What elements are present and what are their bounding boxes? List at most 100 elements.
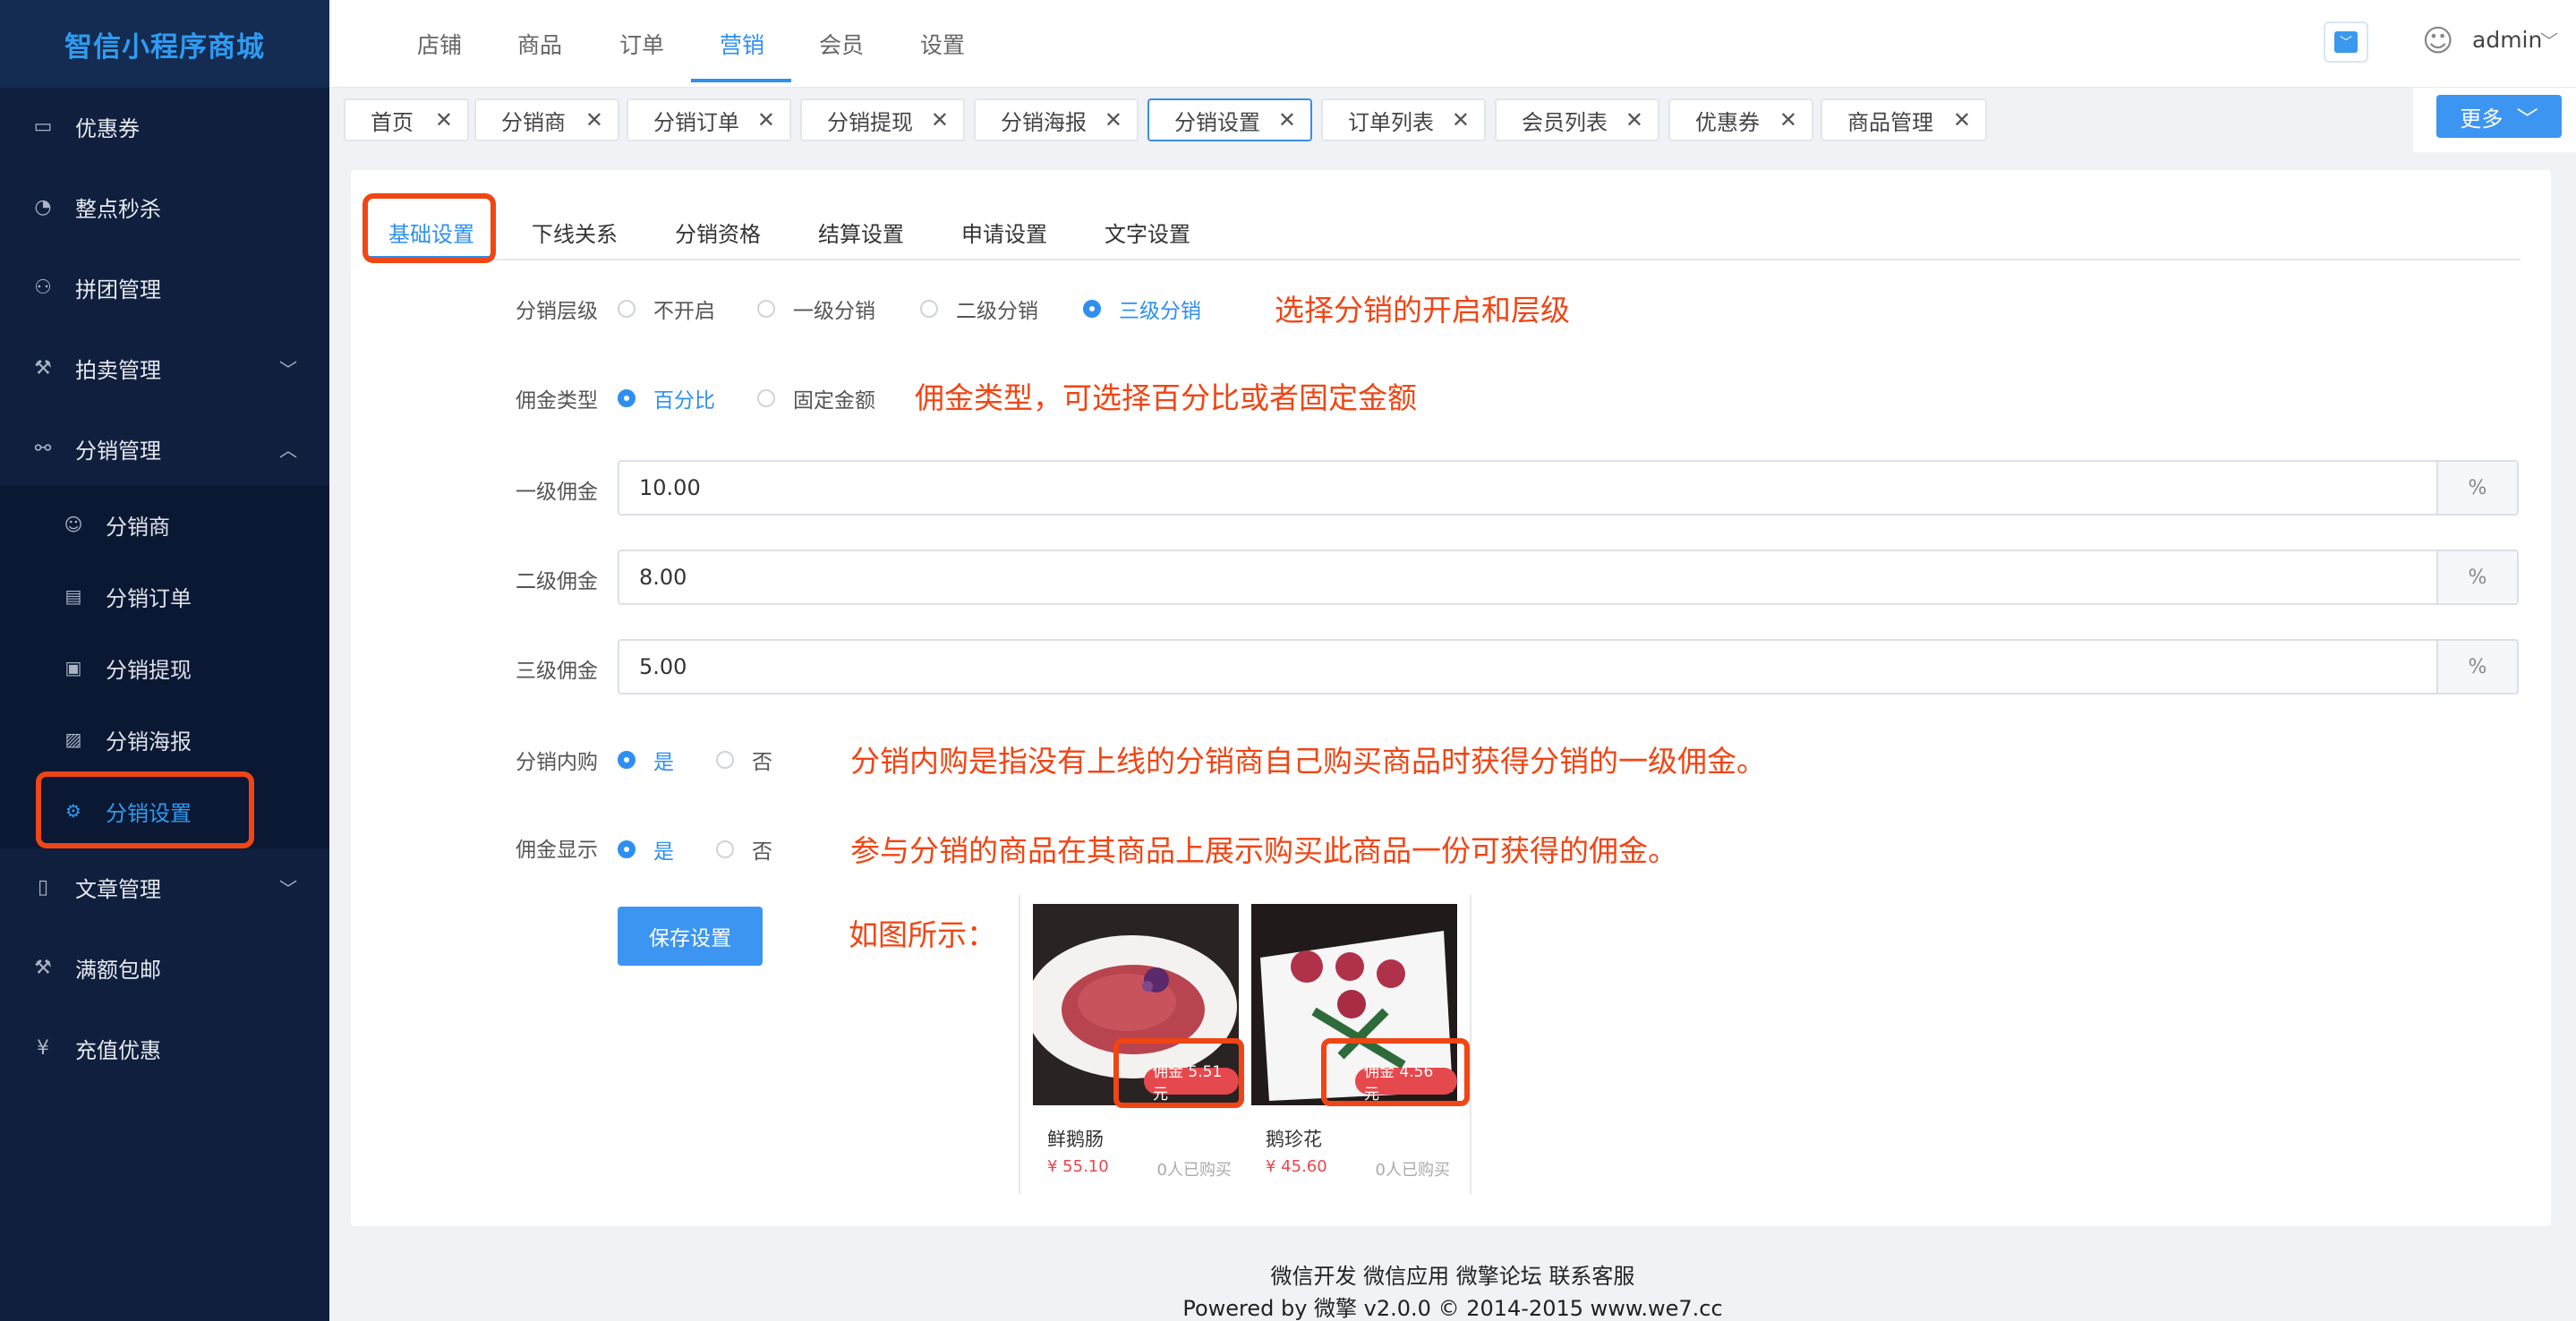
- nav-shop[interactable]: 店铺: [417, 0, 462, 88]
- sidebar-sub-settings[interactable]: ⚙ 分销设置: [0, 775, 329, 847]
- note-show: 参与分销的商品在其商品上展示购买此商品一份可获得的佣金。: [850, 833, 1677, 868]
- radio-label: 三级分销: [1119, 300, 1201, 323]
- radio-dot: [618, 389, 635, 407]
- close-icon[interactable]: ✕: [757, 107, 775, 132]
- subtab-downline[interactable]: 下线关系: [532, 217, 618, 248]
- show-commission-no[interactable]: 否: [716, 834, 772, 865]
- tab-coupon[interactable]: 优惠券 ✕: [1668, 98, 1813, 141]
- sidebar-sub-withdraw[interactable]: ▣ 分销提现: [0, 632, 329, 703]
- level-option-three[interactable]: 三级分销: [1083, 294, 1201, 324]
- sidebar-sub-poster[interactable]: ▨ 分销海报: [0, 703, 329, 775]
- radio-dot: [1083, 300, 1101, 318]
- sidebar-item-auction[interactable]: ⚒ 拍卖管理 ﹀: [0, 329, 329, 406]
- chevron-up-icon: ︿: [279, 439, 297, 461]
- user-icon: ☺: [64, 514, 83, 535]
- close-icon[interactable]: ✕: [435, 107, 453, 132]
- sidebar: 智信小程序商城 ▭ 优惠券 ◔ 整点秒杀 ⚇ 拼团管理 ⚒ 拍卖管理 ﹀ ⚯ 分…: [0, 0, 329, 1321]
- self-buy-label: 分销内购: [516, 751, 598, 774]
- tab-distributor[interactable]: 分销商 ✕: [474, 98, 619, 141]
- self-buy-yes[interactable]: 是: [618, 745, 674, 775]
- level3-label: 三级佣金: [516, 660, 598, 683]
- tab-order-list[interactable]: 订单列表 ✕: [1321, 98, 1486, 141]
- close-icon[interactable]: ✕: [1278, 107, 1296, 132]
- show-commission-label: 佣金显示: [516, 839, 598, 862]
- level1-input[interactable]: 10.00: [618, 460, 2438, 516]
- close-icon[interactable]: ✕: [1953, 107, 1971, 132]
- sidebar-item-distribution[interactable]: ⚯ 分销管理 ︿: [0, 410, 329, 487]
- level2-input[interactable]: 8.00: [618, 550, 2438, 605]
- radio-label: 固定金额: [793, 389, 875, 413]
- self-buy-no[interactable]: 否: [716, 745, 772, 775]
- sidebar-item-recharge[interactable]: ¥ 充值优惠: [0, 1010, 329, 1087]
- tab-label: 分销设置: [1174, 109, 1260, 135]
- tab-label: 分销提现: [827, 109, 913, 135]
- radio-dot: [757, 300, 775, 318]
- sidebar-sub-distributor[interactable]: ☺ 分销商: [0, 489, 329, 560]
- footer-links[interactable]: 微信开发 微信应用 微擎论坛 联系客服: [329, 1258, 2576, 1290]
- sidebar-sub-label: 分销设置: [106, 800, 192, 826]
- radio-dot: [757, 389, 775, 407]
- subtab-text[interactable]: 文字设置: [1105, 217, 1190, 248]
- close-icon[interactable]: ✕: [585, 107, 603, 132]
- tab-dist-orders[interactable]: 分销订单 ✕: [627, 98, 791, 141]
- chevron-down-icon[interactable]: ﹀: [2540, 27, 2558, 53]
- nav-orders[interactable]: 订单: [619, 0, 664, 88]
- sidebar-sub-label: 分销海报: [106, 729, 192, 754]
- level-option-two[interactable]: 二级分销: [920, 294, 1038, 324]
- radio-label: 是: [653, 840, 674, 864]
- article-icon: ▯: [37, 875, 49, 899]
- show-commission-yes[interactable]: 是: [618, 834, 674, 865]
- tab-dist-settings[interactable]: 分销设置 ✕: [1147, 98, 1312, 141]
- product-price: ¥ 55.10: [1047, 1157, 1109, 1176]
- sidebar-item-group[interactable]: ⚇ 拼团管理: [0, 249, 329, 326]
- save-button[interactable]: 保存设置: [618, 907, 763, 966]
- product-sold: 0人已购买: [1156, 1161, 1232, 1180]
- subtab-application[interactable]: 申请设置: [961, 217, 1047, 248]
- level3-input[interactable]: 5.00: [618, 639, 2438, 695]
- nav-members[interactable]: 会员: [819, 0, 864, 88]
- close-icon[interactable]: ✕: [1779, 107, 1797, 132]
- user-avatar-icon[interactable]: ☺: [2422, 23, 2458, 61]
- nav-marketing[interactable]: 营销: [720, 0, 764, 88]
- sidebar-sub-label: 分销商: [106, 514, 170, 540]
- level-option-off[interactable]: 不开启: [618, 294, 715, 324]
- tab-dist-withdraw[interactable]: 分销提现 ✕: [800, 98, 965, 141]
- close-icon[interactable]: ✕: [1452, 107, 1470, 132]
- annotation-highlight-tab: [363, 193, 496, 263]
- sidebar-sub-label: 分销提现: [106, 657, 192, 683]
- radio-dot: [618, 840, 635, 858]
- product-meta: ¥ 55.10 0人已购买: [1047, 1157, 1239, 1180]
- sidebar-item-article[interactable]: ▯ 文章管理 ﹀: [0, 848, 329, 925]
- subtab-qualification[interactable]: 分销资格: [675, 217, 761, 248]
- tab-home[interactable]: 首页 ✕: [344, 98, 469, 141]
- sidebar-item-coupon[interactable]: ▭ 优惠券: [0, 88, 329, 165]
- product-price: ¥ 45.60: [1266, 1157, 1327, 1176]
- nav-goods[interactable]: 商品: [517, 0, 562, 88]
- close-icon[interactable]: ✕: [1105, 107, 1122, 132]
- annotation-highlight-badge: [1113, 1038, 1244, 1108]
- tab-goods-manage[interactable]: 商品管理 ✕: [1821, 98, 1987, 141]
- type-option-percent[interactable]: 百分比: [618, 383, 715, 413]
- note-type: 佣金类型，可选择百分比或者固定金额: [915, 380, 1417, 415]
- tab-dist-poster[interactable]: 分销海报 ✕: [974, 98, 1139, 141]
- sidebar-sub-label: 分销订单: [106, 585, 192, 611]
- user-name[interactable]: admin: [2472, 27, 2542, 53]
- sidebar-item-label: 拼团管理: [75, 277, 161, 303]
- dropdown-toggle[interactable]: ﹀: [2324, 21, 2368, 63]
- sidebar-item-label: 分销管理: [75, 438, 161, 464]
- sidebar-sub-orders[interactable]: ▤ 分销订单: [0, 560, 329, 632]
- type-option-fixed[interactable]: 固定金额: [757, 383, 875, 413]
- chevron-down-icon: ﹀: [2516, 106, 2538, 132]
- close-icon[interactable]: ✕: [931, 107, 949, 132]
- sidebar-item-shipping[interactable]: ⚒ 满额包邮: [0, 929, 329, 1006]
- tab-member-list[interactable]: 会员列表 ✕: [1495, 98, 1659, 141]
- more-tabs-button[interactable]: 更多 ﹀: [2436, 95, 2562, 138]
- radio-dot: [920, 300, 938, 318]
- close-icon[interactable]: ✕: [1625, 107, 1643, 132]
- sidebar-item-flash-sale[interactable]: ◔ 整点秒杀: [0, 168, 329, 245]
- nav-settings[interactable]: 设置: [920, 0, 965, 88]
- subtab-settlement[interactable]: 结算设置: [818, 217, 904, 248]
- coupon-icon: ▭: [33, 115, 53, 138]
- tab-label: 分销商: [501, 109, 566, 135]
- level-option-one[interactable]: 一级分销: [757, 294, 875, 324]
